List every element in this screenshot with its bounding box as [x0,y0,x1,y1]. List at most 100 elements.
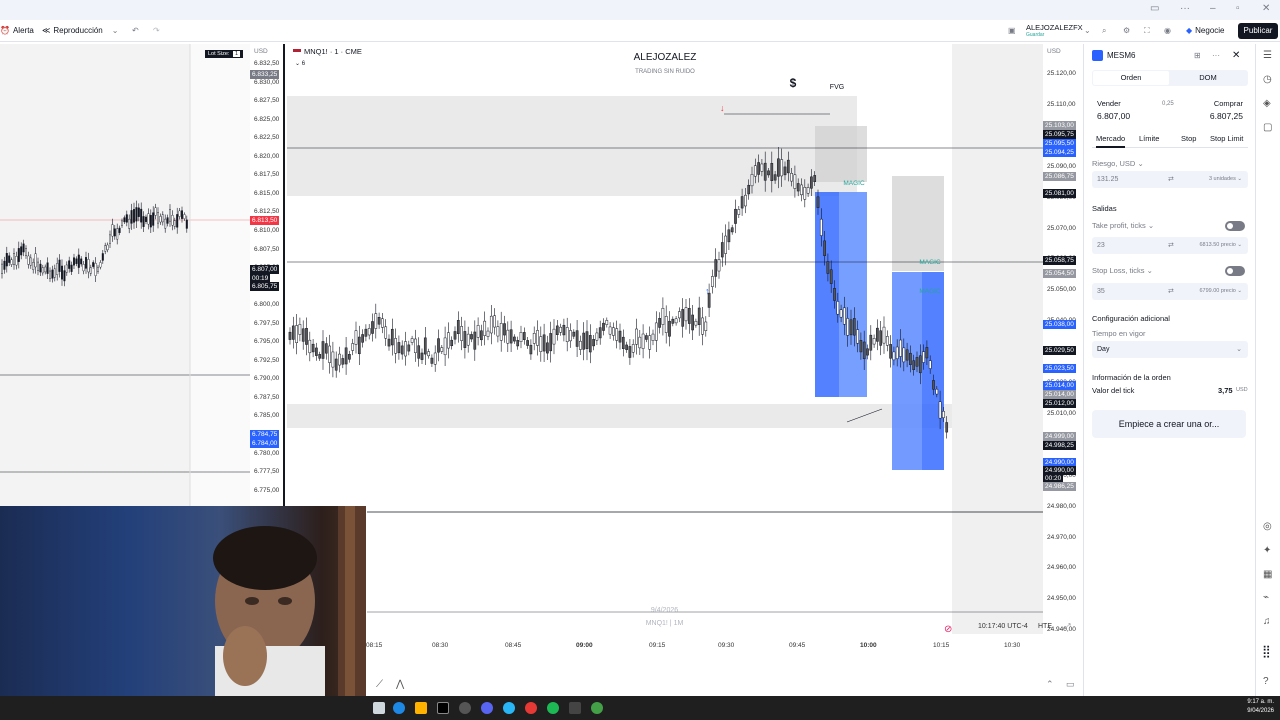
apps-grid-icon[interactable]: ⣿ [1262,644,1271,658]
layout-icon[interactable]: ▣ [1008,26,1016,35]
stop-loss-label[interactable]: Stop Loss, ticks ⌄ [1092,266,1153,275]
units-select[interactable]: 3 unidades ⌄ [1209,176,1242,182]
chrome-icon[interactable] [591,702,603,714]
expand-icon[interactable]: ⤢ [1064,622,1070,632]
time-in-force-select[interactable]: Day ⌄ [1092,341,1248,358]
stop-loss-toggle[interactable] [1225,266,1245,276]
main-chart[interactable]: ↓ ↑ MNQ1! · 1 · CME ⌄ 6 ALEJOZALEZ TRADIN… [287,44,1043,635]
swap-icon[interactable]: ⇄ [1168,175,1174,183]
files-icon[interactable] [415,702,427,714]
chevron-down-icon[interactable]: ⌄ [1084,26,1091,35]
candle-body [118,227,121,233]
candle-body [171,215,174,226]
trade-button[interactable]: ◆ Negocie [1186,26,1225,35]
collapse-icon[interactable]: ⌃ [1046,679,1054,690]
take-profit-price[interactable]: 6813.50 precio ⌄ [1199,242,1242,248]
layers-icon[interactable]: ◈ [1263,98,1271,109]
close-icon[interactable]: ✕ [1232,50,1240,61]
order-type-limit[interactable]: Límite [1139,134,1159,143]
indicator-toggle[interactable]: ⌄ 6 [295,60,305,67]
candle-body [872,338,876,345]
main-price-tick: 24.980,00 [1047,502,1076,510]
symbol-legend[interactable]: MNQ1! · 1 · CME [293,47,362,56]
candle-body [836,301,840,315]
replay-button[interactable]: ≪ Reproducción ⌄ [42,26,118,35]
exits-heading: Salidas [1092,204,1117,213]
candle-body [92,262,95,267]
swap-icon[interactable]: ⇄ [1168,241,1174,249]
left-price-scale[interactable]: USD 6.832,50 6.830,00 6.827,50 6.825,00 6.82… [250,44,285,506]
time-axis[interactable]: 08:15 08:30 08:45 09:00 09:15 09:30 09:45 10:00… [366,622,1086,656]
candle-body [305,328,308,345]
search-icon[interactable]: ⌕ [1102,26,1106,36]
layout-grid-icon[interactable]: ⊞ [1194,51,1201,60]
chat-icon[interactable]: ▢ [1263,122,1272,133]
candle-body [427,351,430,357]
more-options-icon[interactable]: ··· [1212,51,1220,60]
session-label[interactable]: HTE [1038,623,1052,630]
lot-size-widget[interactable]: Lot Size: 1 [205,50,243,58]
tab-dom[interactable]: DOM [1170,71,1246,85]
watchlist-icon[interactable]: ☰ [1263,50,1272,61]
swap-icon[interactable]: ⇄ [1168,287,1174,295]
settings-icon[interactable] [459,702,471,714]
app-icon[interactable] [569,702,581,714]
discord-icon[interactable] [481,702,493,714]
account-selector[interactable]: ALEJOZALEZFX Guardar [1026,23,1083,38]
maximize-panel-icon[interactable]: ▭ [1066,679,1075,690]
stop-loss-price[interactable]: 6799.00 precio ⌄ [1199,288,1242,294]
help-icon[interactable]: ? [1263,676,1269,687]
candle-body [727,229,731,243]
candle-body [46,262,49,274]
close-window-icon[interactable]: ✕ [1262,3,1270,14]
measure-icon[interactable]: ⟋ [376,679,383,690]
fullscreen-icon[interactable]: ⛶ [1144,26,1150,36]
os-taskbar: 9:17 a. m. 9/04/2026 [0,696,1280,720]
redo-icon[interactable]: ↷ [153,26,160,35]
take-profit-value: 23 [1097,242,1105,249]
explorer-icon[interactable] [373,702,385,714]
left-chart[interactable]: Lot Size: 1 USD 6.832,50 6.830,00 6.827,50… [0,44,285,506]
candle-body [25,248,28,256]
minimize-icon[interactable]: – [1210,3,1216,14]
pattern-icon[interactable]: ⋀ [396,679,404,690]
tradingview-icon[interactable] [437,702,449,714]
stop-loss-input[interactable]: 35 ⇄ 6799.00 precio ⌄ [1092,283,1248,300]
alerts-icon[interactable]: ◷ [1263,74,1272,85]
publish-button[interactable]: Publicar [1238,23,1278,39]
gear-icon[interactable]: ⚙ [1123,26,1130,35]
take-profit-label[interactable]: Take profit, ticks ⌄ [1092,221,1154,230]
opera-icon[interactable] [525,702,537,714]
main-price-scale[interactable]: USD 25.120,0025.110,0025.100,0025.090,00… [1043,44,1081,634]
telegram-icon[interactable] [503,702,515,714]
tab-order[interactable]: Orden [1093,71,1169,85]
create-order-button[interactable]: Empiece a crear una or... [1092,410,1246,438]
take-profit-input[interactable]: 23 ⇄ 6813.50 precio ⌄ [1092,237,1248,254]
stream-icon[interactable]: ⌁ [1263,592,1269,603]
risk-label[interactable]: Riesgo, USD ⌄ [1092,159,1144,168]
idea-icon[interactable]: ✦ [1263,545,1271,556]
order-type-market[interactable]: Mercado [1096,134,1126,148]
window-layout-icon[interactable]: ▭ [1150,3,1159,14]
notifications-icon[interactable]: ♫ [1263,616,1271,627]
maximize-icon[interactable]: ▫ [1236,3,1240,14]
camera-icon[interactable]: ◉ [1164,26,1171,35]
risk-input[interactable]: 131.25 ⇄ 3 unidades ⌄ [1092,171,1248,188]
replay-lightning-icon[interactable]: ⊘ [944,624,952,635]
candle-body [638,336,642,349]
order-type-stop-limit[interactable]: Stop Limit [1210,134,1243,143]
more-icon[interactable]: ··· [1180,3,1190,14]
candle-body [892,351,896,361]
take-profit-toggle[interactable] [1225,221,1245,231]
undo-icon[interactable]: ↶ [132,26,139,35]
target-icon[interactable]: ◎ [1263,521,1272,532]
edge-icon[interactable] [393,702,405,714]
calendar-icon[interactable]: ▦ [1263,569,1272,580]
candle-body [423,337,427,355]
alert-button[interactable]: ⏰ Alerta [0,26,34,35]
sell-button[interactable]: Vender 6.807,00 [1092,96,1170,124]
magic-label-3: MAGIC [919,288,941,295]
order-type-stop[interactable]: Stop [1181,134,1196,143]
buy-button[interactable]: Comprar 6.807,25 [1170,96,1248,124]
spotify-icon[interactable] [547,702,559,714]
